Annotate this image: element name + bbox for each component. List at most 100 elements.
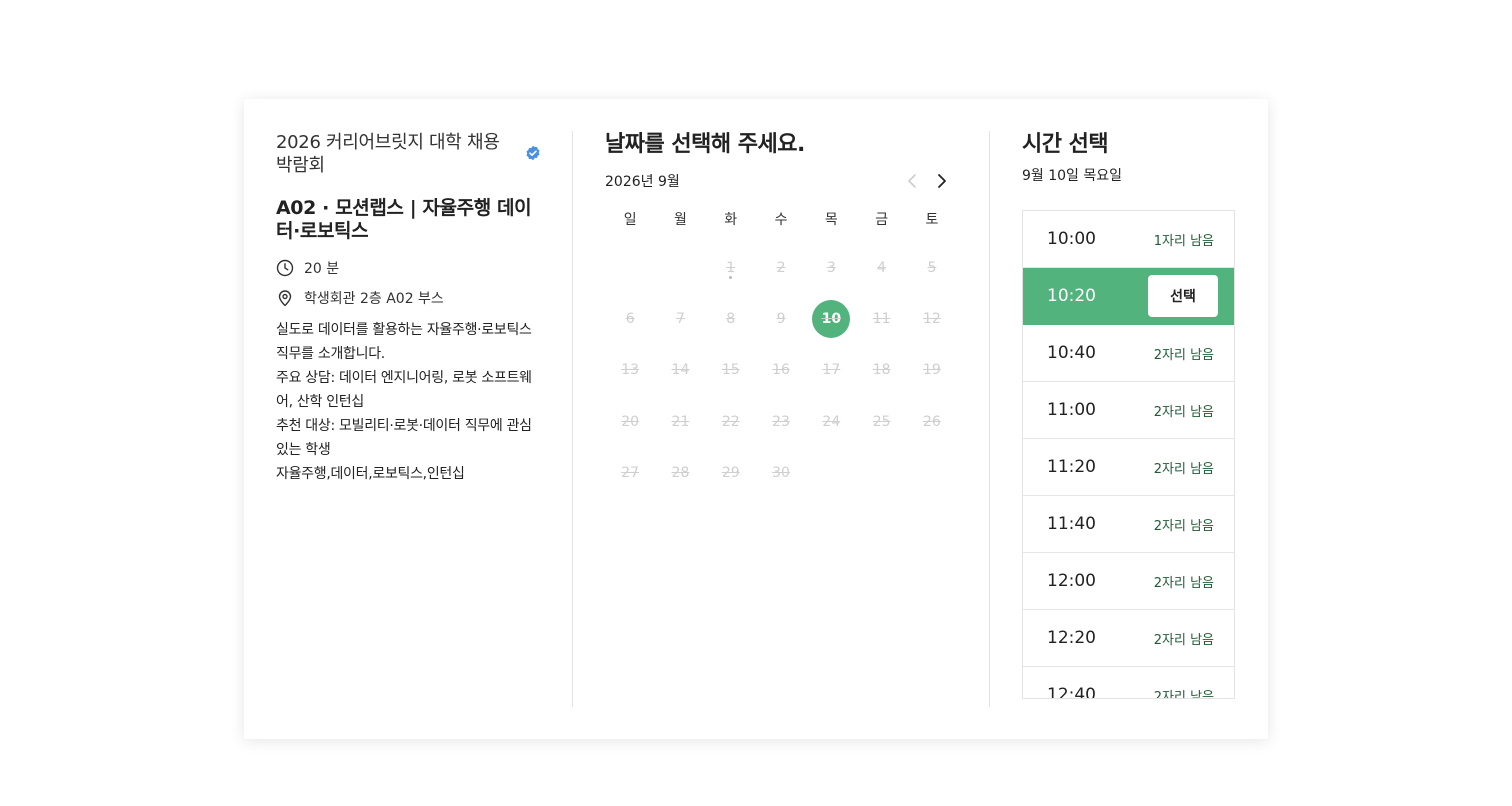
time-slot[interactable]: 12:40 2자리 남음 xyxy=(1023,667,1234,699)
clock-icon xyxy=(276,259,294,277)
time-slot-remaining: 2자리 남음 xyxy=(1153,689,1214,699)
time-slot[interactable]: 11:20 2자리 남음 xyxy=(1023,439,1234,496)
weekday-label: 월 xyxy=(674,212,687,228)
calendar-day-number: 30 xyxy=(772,464,790,481)
time-slot-time: 11:00 xyxy=(1047,400,1096,420)
time-panel: 시간 선택 9월 10일 목요일 10:00 1자리 남음 10:20 선택 10:40… xyxy=(1022,131,1235,699)
organizer-name: 2026 커리어브릿지 대학 채용 박람회 xyxy=(276,132,500,176)
calendar-title: 날짜를 선택해 주세요. xyxy=(605,132,805,157)
calendar-day: 26 xyxy=(907,396,957,447)
calendar-day-number: 5 xyxy=(927,259,937,276)
calendar-day: 12 xyxy=(907,293,957,344)
calendar-day-number: 3 xyxy=(826,259,836,276)
calendar-day-number: 11 xyxy=(872,310,891,327)
calendar-day: 25 xyxy=(856,396,906,447)
time-slot[interactable]: 10:40 2자리 남음 xyxy=(1023,325,1234,382)
calendar-day: 16 xyxy=(756,345,806,396)
calendar-day-number: 18 xyxy=(872,362,891,379)
time-slot[interactable]: 11:40 2자리 남음 xyxy=(1023,496,1234,553)
calendar-day: 1 xyxy=(706,242,756,293)
location-pin-icon xyxy=(278,290,292,307)
calendar-day: 5 xyxy=(907,242,957,293)
calendar-day: 30 xyxy=(756,447,806,498)
calendar-day-number: 9 xyxy=(776,310,786,327)
calendar-day-number: 23 xyxy=(772,413,790,430)
time-slot[interactable]: 12:20 2자리 남음 xyxy=(1023,610,1234,667)
calendar-day-selected[interactable]: 10 xyxy=(806,293,856,344)
calendar-day: 28 xyxy=(655,447,705,498)
calendar-day-number: 20 xyxy=(621,413,640,430)
time-slot-time: 12:00 xyxy=(1047,571,1096,591)
calendar-day: 29 xyxy=(706,447,756,498)
calendar-day-number: 28 xyxy=(671,464,690,481)
time-slot-time: 11:20 xyxy=(1047,457,1096,477)
calendar-day-number: 16 xyxy=(772,362,790,379)
calendar-day: 18 xyxy=(856,345,906,396)
calendar-header: 2026년 9월 xyxy=(605,170,957,192)
time-slot-selected[interactable]: 10:20 선택 xyxy=(1023,268,1234,325)
time-slot-remaining: 2자리 남음 xyxy=(1153,632,1214,648)
calendar-day: 21 xyxy=(655,396,705,447)
weekday-header: 일월화수목금토 xyxy=(605,210,957,230)
calendar-day: 15 xyxy=(706,345,756,396)
next-month-button[interactable] xyxy=(927,170,957,192)
time-slot[interactable]: 11:00 2자리 남음 xyxy=(1023,382,1234,439)
description-line: 실도로 데이터를 활용하는 자율주행·로보틱스 직무를 소개합니다. xyxy=(276,322,532,362)
calendar-day-number: 19 xyxy=(923,362,941,379)
calendar-day: 2 xyxy=(756,242,806,293)
event-description: 실도로 데이터를 활용하는 자율주행·로보틱스 직무를 소개합니다. 주요 상담… xyxy=(276,318,544,486)
calendar-day: 11 xyxy=(856,293,906,344)
calendar-day-number: 15 xyxy=(721,362,740,379)
time-slot-time: 11:40 xyxy=(1047,514,1096,534)
calendar-day: 23 xyxy=(756,396,806,447)
calendar-day: 4 xyxy=(856,242,906,293)
time-slot-remaining: 2자리 남음 xyxy=(1153,575,1214,591)
time-slot[interactable]: 10:00 1자리 남음 xyxy=(1023,211,1234,268)
calendar-day: 7 xyxy=(655,293,705,344)
calendar-day-number: 14 xyxy=(671,362,690,379)
chevron-left-icon xyxy=(908,174,916,188)
panel-divider xyxy=(572,131,573,707)
time-slot-time: 12:40 xyxy=(1047,685,1096,699)
calendar-day: 20 xyxy=(605,396,655,447)
month-navigation xyxy=(897,170,957,192)
weekday-label: 목 xyxy=(824,212,838,228)
selected-date-label: 9월 10일 목요일 xyxy=(1022,168,1123,184)
calendar-day: 17 xyxy=(806,345,856,396)
chevron-right-icon xyxy=(938,174,946,188)
time-slot-time: 12:20 xyxy=(1047,628,1096,648)
calendar-day-number: 27 xyxy=(621,464,640,481)
organizer-row: 2026 커리어브릿지 대학 채용 박람회 xyxy=(276,131,544,177)
calendar-day: 22 xyxy=(706,396,756,447)
verified-badge-icon xyxy=(526,145,540,161)
calendar-day-number: 6 xyxy=(625,310,635,327)
select-time-button[interactable]: 선택 xyxy=(1148,275,1218,317)
time-slot-remaining: 2자리 남음 xyxy=(1153,347,1214,363)
calendar-day-number: 17 xyxy=(822,362,841,379)
calendar-day-number: 29 xyxy=(721,464,740,481)
time-slot-time: 10:00 xyxy=(1047,229,1096,249)
time-slot-time: 10:20 xyxy=(1047,286,1096,306)
calendar-day-number: 25 xyxy=(872,413,891,430)
time-slot-remaining: 2자리 남음 xyxy=(1153,461,1214,477)
prev-month-button[interactable] xyxy=(897,170,927,192)
calendar-day: 27 xyxy=(605,447,655,498)
calendar-day-number: 22 xyxy=(721,413,740,430)
time-slot[interactable]: 12:00 2자리 남음 xyxy=(1023,553,1234,610)
time-slot-remaining: 2자리 남음 xyxy=(1153,404,1214,420)
calendar-panel: 날짜를 선택해 주세요. 2026년 9월 일월화수목금토 1234567891… xyxy=(605,131,957,498)
weekday-label: 수 xyxy=(774,212,788,228)
calendar-day-number: 4 xyxy=(877,259,887,276)
calendar-day-number: 8 xyxy=(726,310,736,327)
weekday-label: 화 xyxy=(724,212,738,228)
calendar-day-number: 26 xyxy=(923,413,941,430)
weekday-label: 금 xyxy=(875,212,889,228)
event-meta: 20 분 학생회관 2층 A02 부스 xyxy=(276,258,544,308)
time-slot-list[interactable]: 10:00 1자리 남음 10:20 선택 10:40 2자리 남음 11:00 2자리 남음… xyxy=(1022,210,1235,699)
description-line: 추천 대상: 모빌리티·로봇·데이터 직무에 관심 있는 학생 xyxy=(276,418,532,458)
description-tags: 자율주행,데이터,로보틱스,인턴십 xyxy=(276,466,465,482)
duration-text: 20 분 xyxy=(304,261,340,277)
location-row: 학생회관 2층 A02 부스 xyxy=(276,288,544,308)
weekday-label: 토 xyxy=(925,212,939,228)
calendar-day: 24 xyxy=(806,396,856,447)
